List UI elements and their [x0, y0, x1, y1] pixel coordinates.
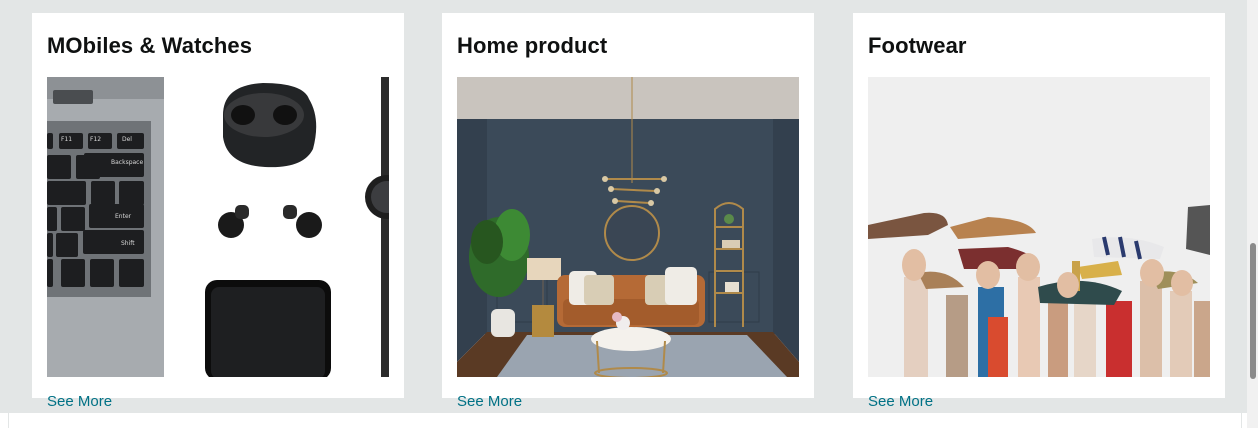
key-backspace-label: Backspace — [111, 159, 143, 166]
key-enter-label: Enter — [115, 213, 132, 220]
living-room-picture — [457, 77, 799, 377]
card-title: Home product — [457, 33, 608, 58]
mobiles-watches-image[interactable]: F11 F12 Del Backspace Enter Shift — [47, 77, 389, 377]
laptop-earbuds-phone-watch-picture: F11 F12 Del Backspace Enter Shift — [47, 77, 389, 377]
key-f11-label: F11 — [61, 136, 72, 143]
category-card-home: Home product See More — [442, 13, 814, 410]
see-more-link[interactable]: See More — [457, 393, 522, 410]
key-shift-label: Shift — [121, 240, 135, 247]
key-f12-label: F12 — [90, 136, 101, 143]
hands-holding-shoes-picture — [868, 77, 1210, 377]
category-card-mobiles: MObiles & Watches F11 F12 Del Backspace … — [32, 13, 404, 410]
bottom-content-band — [8, 413, 1242, 428]
card-title: Footwear — [868, 33, 967, 58]
home-product-image[interactable] — [457, 77, 799, 377]
key-del-label: Del — [122, 136, 132, 143]
scrollbar-thumb[interactable] — [1250, 243, 1256, 379]
footwear-image[interactable] — [868, 77, 1210, 377]
category-card-footwear: Footwear See More — [853, 13, 1225, 410]
card-title: MObiles & Watches — [47, 33, 253, 58]
see-more-link[interactable]: See More — [47, 393, 112, 410]
see-more-link[interactable]: See More — [868, 393, 933, 410]
